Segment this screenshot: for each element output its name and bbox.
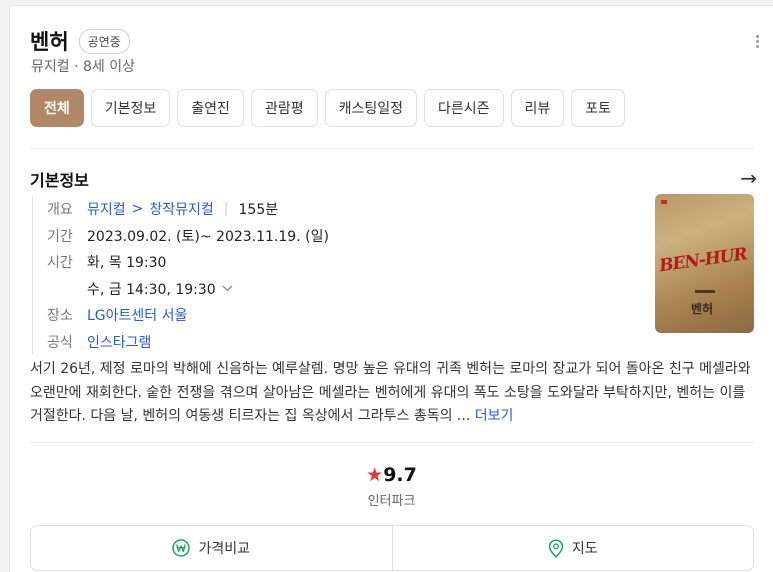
time-row-2[interactable]: 수, 금 14:30, 19:30	[47, 276, 329, 303]
subgenre-link[interactable]: 창작뮤지컬	[149, 199, 213, 219]
title-row: 벤허 공연중	[30, 26, 130, 56]
rating: ★9.7	[10, 464, 773, 486]
period-value: 2023.09.02. (토)~ 2023.11.19. (일)	[87, 228, 329, 245]
time-value-1: 화, 목 19:30	[87, 255, 167, 272]
rating-source[interactable]: 인터파크	[10, 490, 773, 509]
tab-casting-schedule[interactable]: 캐스팅일정	[324, 89, 417, 127]
venue-link[interactable]: LG아트센터 서울	[87, 305, 187, 325]
poster-title: 벤허	[691, 302, 714, 316]
tab-bar: 전체 기본정보 출연진 관람평 캐스팅일정 다른시즌 리뷰 포토	[30, 89, 632, 127]
official-label: 공식	[47, 334, 73, 351]
runtime: 155분	[238, 202, 279, 219]
time-value-2: 수, 금 14:30, 19:30	[87, 281, 216, 298]
arrow-right-icon[interactable]: →	[740, 166, 757, 190]
poster-image[interactable]: BEN-HUR 벤허	[655, 194, 754, 333]
synopsis-text: 서기 26년, 제정 로마의 박해에 신음하는 예루살렘. 명망 높은 유대의 …	[30, 361, 751, 424]
rating-score: 9.7	[383, 464, 417, 486]
period-row: 기간 2023.09.02. (토)~ 2023.11.19. (일)	[47, 223, 329, 250]
tab-other-seasons[interactable]: 다른시즌	[423, 89, 504, 127]
genre-separator: >	[131, 201, 144, 218]
divider: |	[223, 201, 229, 218]
chevron-down-icon[interactable]	[222, 282, 233, 295]
time-row: 시간 화, 목 19:30	[47, 249, 329, 276]
poster-logo: BEN-HUR	[658, 244, 748, 277]
tab-reviews[interactable]: 리뷰	[510, 89, 565, 127]
more-link[interactable]: 더보기	[475, 408, 514, 424]
more-options-icon[interactable]	[755, 33, 759, 50]
subtitle: 뮤지컬 · 8세 이상	[31, 59, 135, 75]
divider	[30, 148, 754, 149]
official-row: 공식 인스타그램	[47, 329, 329, 356]
overview-label: 개요	[47, 202, 73, 219]
map-label: 지도	[571, 541, 598, 557]
status-badge: 공연중	[78, 28, 130, 54]
venue-row: 장소 LG아트센터 서울	[47, 302, 329, 329]
period-label: 기간	[47, 228, 73, 245]
star-icon: ★	[366, 464, 384, 486]
overview-row: 개요 뮤지컬 > 창작뮤지컬 | 155분	[47, 196, 329, 223]
poster-line	[695, 290, 715, 293]
price-compare-button[interactable]: 가격비교	[31, 526, 392, 570]
time-label: 시간	[47, 255, 73, 272]
tab-cast[interactable]: 출연진	[177, 89, 244, 127]
tab-basic-info[interactable]: 기본정보	[90, 89, 171, 127]
page-title[interactable]: 벤허	[30, 26, 69, 56]
venue-label: 장소	[47, 308, 73, 325]
instagram-link[interactable]: 인스타그램	[87, 332, 151, 352]
section-title[interactable]: 기본정보	[30, 167, 89, 191]
tab-all[interactable]: 전체	[30, 89, 84, 127]
poster-mark	[661, 200, 667, 204]
map-pin-icon	[548, 538, 564, 558]
tab-audience-reviews[interactable]: 관람평	[250, 89, 318, 127]
won-coin-icon	[172, 539, 191, 557]
price-compare-label: 가격비교	[198, 541, 251, 557]
divider	[30, 442, 754, 443]
performance-card: 벤허 공연중 뮤지컬 · 8세 이상 전체 기본정보 출연진 관람평 캐스팅일정…	[9, 5, 773, 572]
tab-photos[interactable]: 포토	[571, 89, 626, 127]
genre-link[interactable]: 뮤지컬	[87, 199, 126, 219]
action-bar: 가격비교 지도	[30, 525, 754, 571]
synopsis: 서기 26년, 제정 로마의 박해에 신음하는 예루살렘. 명망 높은 유대의 …	[30, 358, 760, 429]
info-list: 개요 뮤지컬 > 창작뮤지컬 | 155분 기간 2023.09.02. (토)…	[32, 196, 329, 355]
map-button[interactable]: 지도	[391, 526, 754, 570]
